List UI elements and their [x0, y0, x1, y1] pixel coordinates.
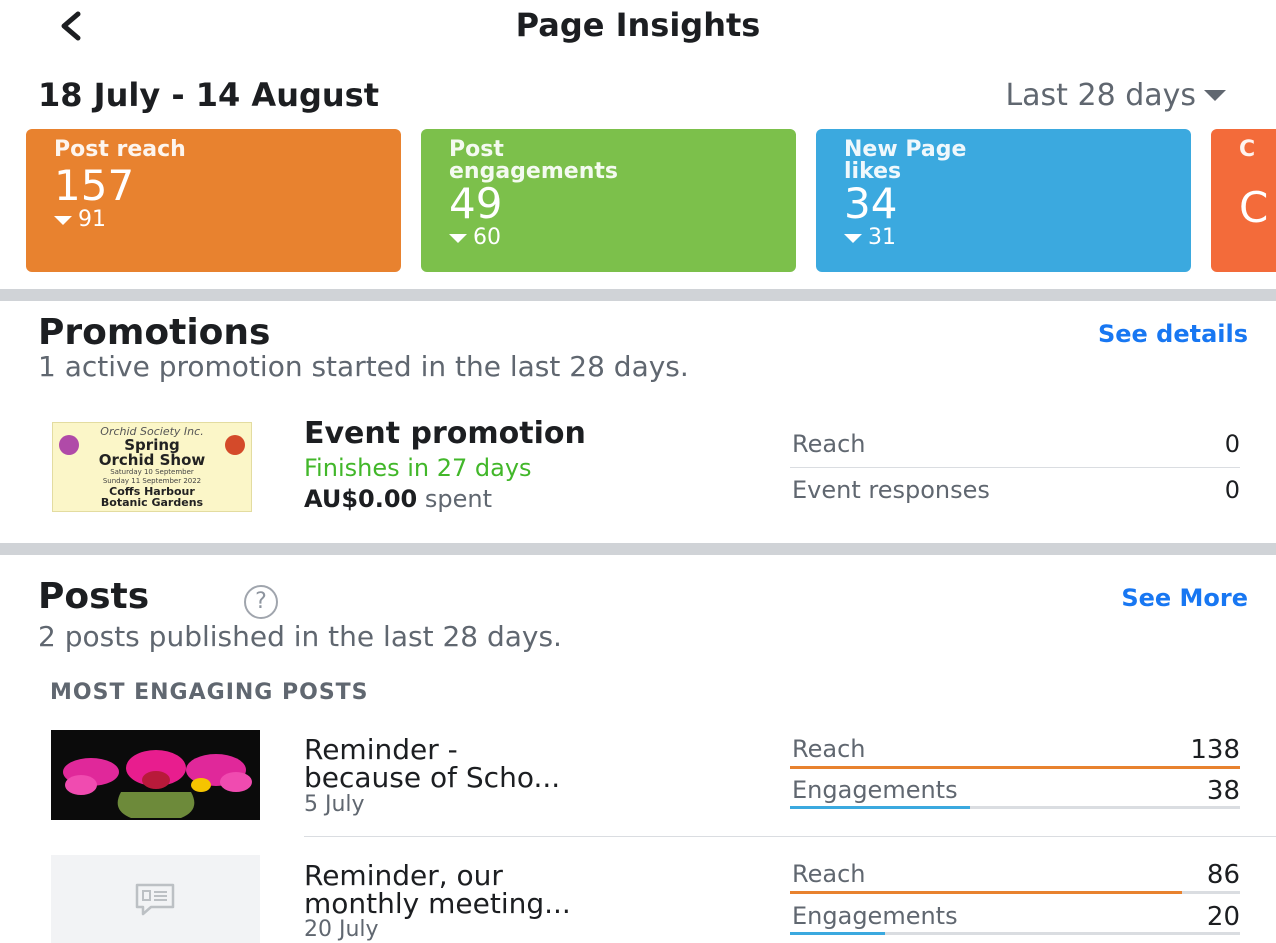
- metric-label: Event responses: [792, 476, 990, 504]
- card-delta-value: 91: [78, 207, 106, 232]
- top-bar: Page Insights: [0, 0, 1276, 60]
- summary-cards: Post reach 157 91 Post engagements 49 60…: [26, 129, 1276, 272]
- section-divider: [0, 543, 1276, 555]
- post-metric-reach: Reach 86: [790, 860, 1240, 904]
- promotions-subtitle: 1 active promotion started in the last 2…: [38, 350, 689, 383]
- promotion-status: Finishes in 27 days: [304, 454, 532, 482]
- post-thumbnail[interactable]: [51, 730, 260, 820]
- card-post-reach[interactable]: Post reach 157 91: [26, 129, 401, 272]
- card-value: 34: [844, 179, 898, 228]
- card-value: C: [1239, 183, 1269, 232]
- metric-label: Engagements: [792, 776, 958, 804]
- promotion-amount: AU$0.00: [304, 485, 418, 513]
- metric-value: 20: [1206, 902, 1240, 932]
- card-value: 49: [449, 179, 503, 228]
- engagement-bar: [790, 806, 1240, 809]
- card-label: Post reach: [54, 137, 186, 162]
- page-title: Page Insights: [515, 6, 761, 44]
- card-label: New Page: [844, 137, 967, 162]
- metric-label: Reach: [792, 430, 866, 458]
- metric-label: Reach: [792, 735, 866, 763]
- post-title-line2[interactable]: monthly meeting...: [304, 890, 571, 918]
- reach-bar-fill: [790, 891, 1182, 894]
- card-delta: 60: [449, 227, 796, 249]
- reach-bar-fill: [790, 766, 1240, 769]
- reach-bar: [790, 766, 1240, 769]
- metric-divider: [790, 467, 1240, 468]
- thumb-venue2: Botanic Gardens: [100, 496, 204, 509]
- posts-title: Posts: [38, 576, 150, 617]
- date-range: 18 July - 14 August: [38, 76, 379, 114]
- post-title-line1[interactable]: Reminder -: [304, 736, 458, 764]
- metric-value: 0: [1224, 430, 1240, 458]
- post-date: 5 July: [304, 792, 365, 817]
- engagement-bar: [790, 932, 1240, 935]
- row-divider: [304, 836, 1276, 837]
- metric-value: 0: [1224, 476, 1240, 504]
- caret-down-icon: [1204, 90, 1226, 101]
- promotion-metric-event-responses: Event responses 0: [790, 476, 1240, 520]
- card-label-line2: likes: [844, 159, 902, 184]
- card-label-line2: engagements: [449, 159, 618, 184]
- post-metric-engagements: Engagements 38: [790, 776, 1240, 820]
- message-icon: [135, 883, 175, 916]
- thumb-line2: Orchid Show: [98, 451, 206, 469]
- metric-value: 138: [1190, 735, 1240, 765]
- post-metric-engagements: Engagements 20: [790, 902, 1240, 943]
- post-title-line2[interactable]: because of Scho...: [304, 764, 560, 792]
- card-delta-value: 60: [473, 225, 501, 250]
- see-more-link[interactable]: See More: [1121, 584, 1248, 612]
- most-engaging-heading: MOST ENGAGING POSTS: [50, 680, 369, 705]
- card-new-page-likes[interactable]: New Page likes 34 31: [816, 129, 1191, 272]
- orchid-image: [59, 435, 79, 455]
- period-selector[interactable]: Last 28 days: [1005, 78, 1226, 113]
- promotion-thumbnail[interactable]: Orchid Society Inc. Spring Orchid Show S…: [52, 422, 252, 512]
- post-date: 20 July: [304, 917, 379, 942]
- card-partial[interactable]: C C: [1211, 129, 1276, 272]
- promotions-title: Promotions: [38, 312, 271, 353]
- card-label: Post: [449, 137, 504, 162]
- promotion-spent: AU$0.00 spent: [304, 485, 492, 513]
- section-divider: [0, 289, 1276, 301]
- card-delta-value: 31: [868, 225, 896, 250]
- orchid-photo: [51, 730, 260, 820]
- card-label: C: [1239, 137, 1256, 162]
- card-delta: 91: [54, 209, 401, 231]
- trend-down-icon: [449, 233, 467, 243]
- post-title-line1[interactable]: Reminder, our: [304, 862, 503, 890]
- posts-subtitle: 2 posts published in the last 28 days.: [38, 620, 562, 653]
- card-delta: 31: [844, 227, 1191, 249]
- trend-down-icon: [844, 233, 862, 243]
- see-details-link[interactable]: See details: [1098, 320, 1248, 348]
- promotion-spent-label: spent: [424, 485, 493, 513]
- trend-down-icon: [54, 215, 72, 225]
- card-value: 157: [54, 161, 135, 210]
- metric-label: Engagements: [792, 902, 958, 930]
- date-row: 18 July - 14 August Last 28 days: [0, 72, 1276, 122]
- reach-bar: [790, 891, 1240, 894]
- promotion-title[interactable]: Event promotion: [304, 416, 586, 451]
- metric-value: 86: [1206, 860, 1240, 890]
- post-metric-reach: Reach 138: [790, 735, 1240, 779]
- engagement-bar-fill: [790, 932, 885, 935]
- post-thumbnail[interactable]: [51, 855, 260, 943]
- metric-label: Reach: [792, 860, 866, 888]
- period-selector-value: Last 28 days: [1005, 78, 1196, 113]
- engagement-bar-fill: [790, 806, 970, 809]
- metric-value: 38: [1206, 776, 1240, 806]
- card-post-engagements[interactable]: Post engagements 49 60: [421, 129, 796, 272]
- help-icon[interactable]: ?: [244, 585, 278, 619]
- thumb-dates1: Saturday 10 September: [110, 468, 194, 476]
- orchid-image: [225, 435, 245, 455]
